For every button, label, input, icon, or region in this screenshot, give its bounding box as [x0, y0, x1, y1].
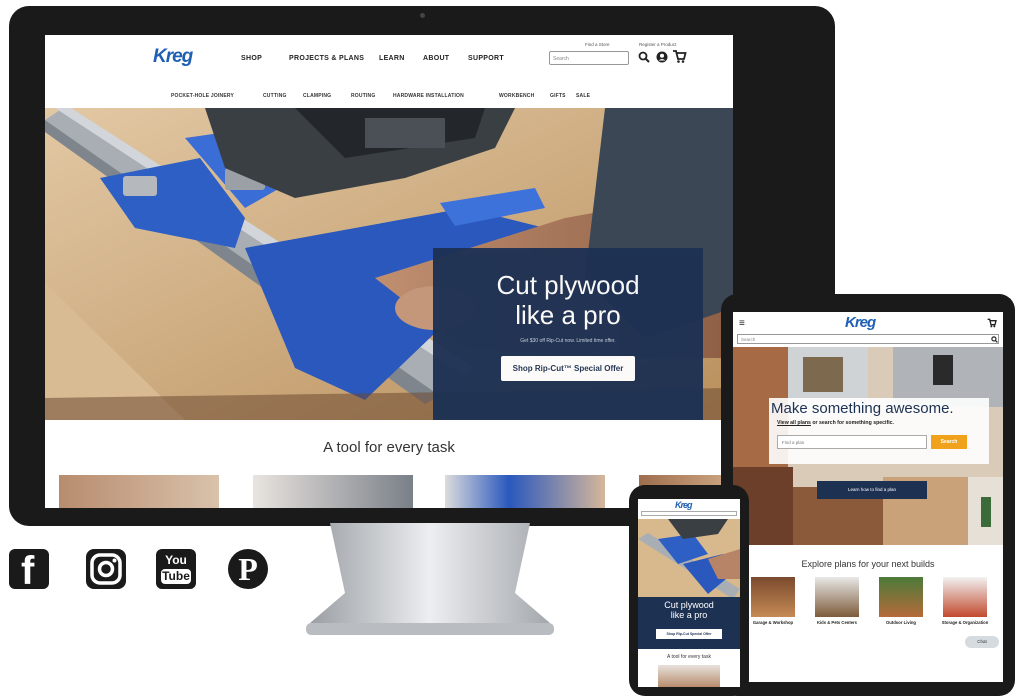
tablet-subline: View all plans or search for something s…: [777, 420, 894, 426]
nav-projects-plans[interactable]: PROJECTS & PLANS: [289, 55, 364, 62]
hero-banner: Cut plywood like a pro Get $30 off Rip-C…: [45, 108, 733, 420]
subnav-gifts[interactable]: GIFTS: [550, 93, 566, 99]
phone-title-line2: like a pro: [670, 610, 708, 620]
phone-device: Kreg Cut plywood like a pro Shop Rip-Cut…: [629, 485, 749, 696]
account-icon[interactable]: [656, 51, 668, 63]
phone-screen: Kreg Cut plywood like a pro Shop Rip-Cut…: [638, 499, 740, 687]
desktop-monitor: Kreg SHOP PROJECTS & PLANS LEARN ABOUT S…: [9, 6, 835, 526]
phone-title-line1: Cut plywood: [664, 600, 714, 610]
search-icon[interactable]: [638, 51, 650, 63]
tablet-cart-icon[interactable]: [987, 318, 997, 328]
search-input[interactable]: Search: [549, 51, 629, 65]
pinterest-icon[interactable]: P: [228, 549, 268, 589]
section-title: A tool for every task: [323, 439, 455, 456]
phone-hero-image: [638, 519, 740, 599]
phone-logo[interactable]: Kreg: [675, 500, 692, 510]
nav-support[interactable]: SUPPORT: [468, 55, 504, 62]
subnav-clamping[interactable]: CLAMPING: [303, 93, 331, 99]
register-product-link[interactable]: Register a Product: [639, 42, 676, 47]
view-all-plans-link[interactable]: View all plans: [777, 420, 811, 426]
facebook-icon[interactable]: f: [9, 549, 49, 591]
tablet-search-input[interactable]: Search: [737, 334, 999, 344]
tablet-device: ≡ Kreg Search Make something awesome. Vi…: [721, 294, 1015, 696]
hero-subtext: Get $30 off Rip-Cut now. Limited time of…: [520, 338, 616, 344]
phone-tool-thumb[interactable]: [658, 665, 720, 687]
subnav-hardware[interactable]: HARDWARE INSTALLATION: [393, 93, 464, 99]
category-img-garage[interactable]: [751, 577, 795, 617]
youtube-icon[interactable]: You Tube: [156, 549, 196, 589]
hero-title-line1: Cut plywood: [496, 270, 640, 300]
category-kids[interactable]: Kids & Pets Centers: [811, 620, 863, 625]
subnav-sale[interactable]: SALE: [576, 93, 590, 99]
category-img-outdoor[interactable]: [879, 577, 923, 617]
subnav-workbench[interactable]: WORKBENCH: [499, 93, 534, 99]
tablet-search-icon[interactable]: [991, 336, 998, 343]
phone-shop-button[interactable]: Shop Rip-Cut Special Offer: [656, 629, 722, 639]
nav-about[interactable]: ABOUT: [423, 55, 449, 62]
category-img-storage[interactable]: [943, 577, 987, 617]
kreg-logo[interactable]: Kreg: [153, 46, 193, 68]
category-garage[interactable]: Garage & Workshop: [747, 620, 799, 625]
hero-title-line2: like a pro: [515, 300, 621, 330]
chat-button[interactable]: Chat: [965, 636, 999, 648]
shop-rip-cut-button[interactable]: Shop Rip-Cut™ Special Offer: [500, 356, 636, 381]
find-plan-input[interactable]: Find a plan: [777, 435, 927, 449]
category-img-kids[interactable]: [815, 577, 859, 617]
camera-dot: [420, 13, 425, 18]
explore-title: Explore plans for your next builds: [801, 559, 935, 569]
phone-search-input[interactable]: [641, 511, 737, 516]
tool-thumb-1[interactable]: [59, 475, 219, 508]
instagram-icon[interactable]: [86, 549, 126, 589]
subnav-cutting[interactable]: CUTTING: [263, 93, 287, 99]
monitor-stand: [306, 523, 554, 635]
hero-promo-panel: Cut plywood like a pro Get $30 off Rip-C…: [433, 248, 703, 420]
menu-icon[interactable]: ≡: [739, 318, 745, 329]
tablet-screen: ≡ Kreg Search Make something awesome. Vi…: [733, 312, 1003, 682]
desktop-screen: Kreg SHOP PROJECTS & PLANS LEARN ABOUT S…: [45, 35, 733, 508]
subnav-routing[interactable]: ROUTING: [351, 93, 375, 99]
phone-section-title: A tool for every task: [667, 654, 711, 660]
tool-thumb-3[interactable]: [445, 475, 605, 508]
subnav-pocket-hole[interactable]: POCKET-HOLE JOINERY: [171, 93, 234, 99]
nav-shop[interactable]: SHOP: [241, 55, 262, 62]
tablet-logo[interactable]: Kreg: [845, 314, 876, 331]
find-store-link[interactable]: Find a Store: [585, 42, 610, 47]
tool-thumb-2[interactable]: [253, 475, 413, 508]
category-outdoor[interactable]: Outdoor Living: [875, 620, 927, 625]
category-storage[interactable]: Storage & Organization: [939, 620, 991, 625]
learn-find-plan-button[interactable]: Learn how to find a plan: [817, 481, 927, 499]
tablet-headline: Make something awesome.: [771, 400, 954, 417]
plan-search-button[interactable]: Search: [931, 435, 967, 449]
nav-learn[interactable]: LEARN: [379, 55, 405, 62]
cart-icon[interactable]: [672, 49, 687, 64]
